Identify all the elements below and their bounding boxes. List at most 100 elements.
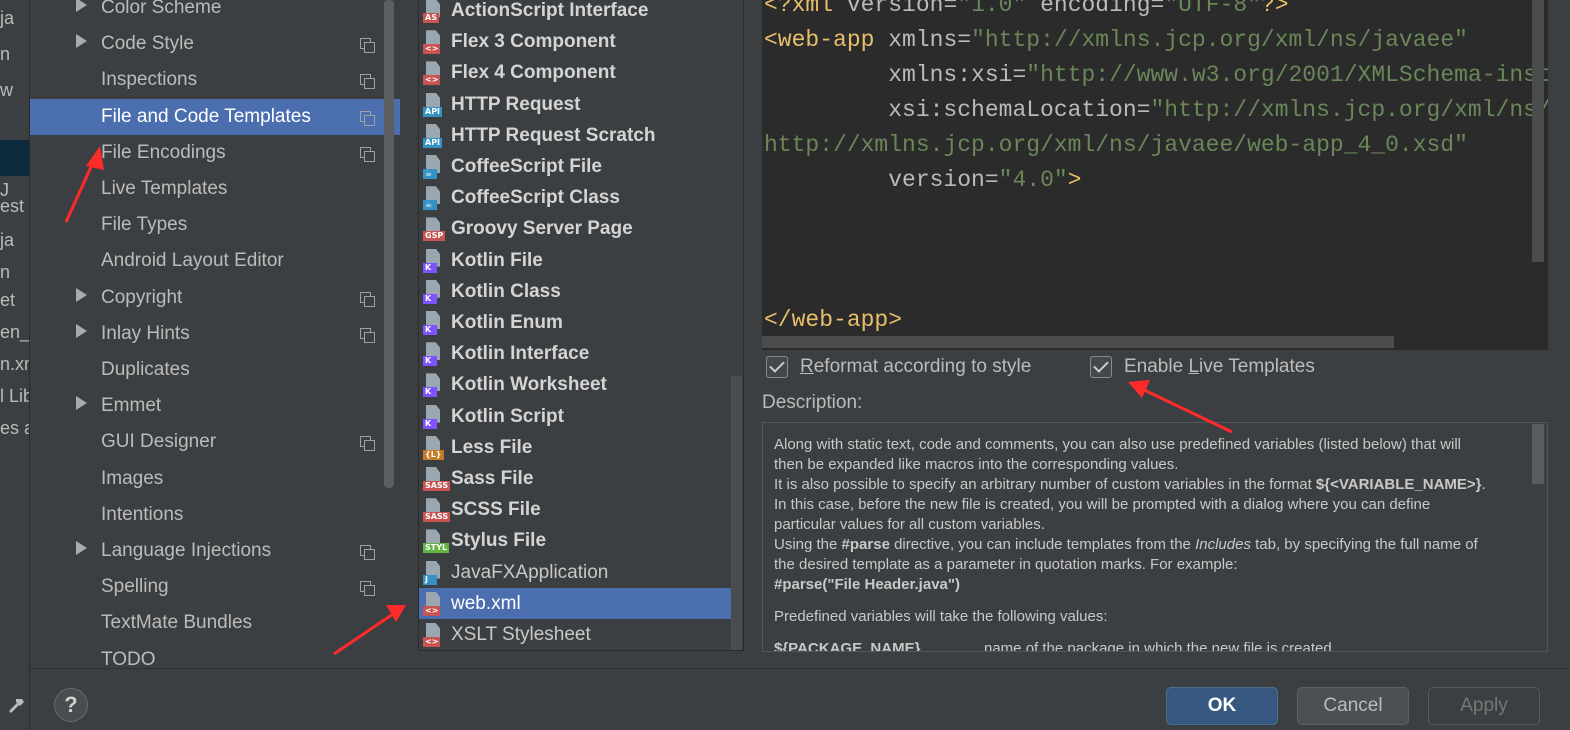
reformat-checkbox[interactable]: Reformat according to style [766, 354, 1066, 380]
reformat-checkbox-box[interactable] [766, 356, 788, 378]
settings-tree-scrollbar[interactable] [384, 0, 394, 488]
project-tree-row[interactable]: ja [0, 0, 29, 36]
template-list-item-label: HTTP Request Scratch [451, 124, 656, 146]
code-line: <web-app xmlns="http://xmlns.jcp.org/xml… [764, 27, 1468, 53]
template-list-item[interactable]: SASS SCSS File [419, 494, 731, 525]
expand-arrow-icon[interactable] [76, 34, 87, 49]
help-button[interactable]: ? [54, 688, 88, 722]
settings-tree[interactable]: Color Scheme Code Style Inspections File an… [30, 0, 400, 668]
template-list-item[interactable]: STYL Stylus File [419, 525, 731, 556]
template-list-item[interactable]: API HTTP Request [419, 89, 731, 120]
settings-tree-item[interactable]: File and Code Templates [30, 98, 400, 135]
project-tree-row[interactable]: w [0, 72, 29, 108]
settings-tree-item[interactable]: Spelling [30, 569, 400, 605]
kotlin-file-icon: K [423, 279, 445, 304]
project-tree-row[interactable]: ja [0, 222, 29, 258]
template-list-item[interactable]: SASS Sass File [419, 463, 731, 494]
project-tree-row[interactable] [0, 108, 29, 144]
project-tree-row[interactable]: et [0, 282, 29, 318]
sass-file-icon: SASS [423, 467, 451, 491]
template-list[interactable]: AS ActionScript Interface <> Flex 3 Compone… [418, 0, 744, 651]
cancel-button[interactable]: Cancel [1297, 687, 1409, 725]
template-list-item-label: JavaFXApplication [451, 561, 609, 583]
settings-tree-item[interactable]: Images [30, 461, 400, 497]
editor-vertical-scrollbar[interactable] [1532, 0, 1544, 262]
project-tree-row-label: w [0, 80, 13, 100]
template-list-scrollbar[interactable] [731, 376, 742, 650]
settings-tree-item[interactable]: File Encodings [30, 135, 400, 171]
ok-button[interactable]: OK [1166, 687, 1278, 725]
template-list-item-label: Less File [451, 436, 533, 458]
project-tree-row[interactable]: en_ [0, 314, 29, 350]
template-list-item[interactable]: ☕ CoffeeScript Class [419, 182, 731, 213]
template-list-item[interactable]: API HTTP Request Scratch [419, 120, 731, 151]
settings-tree-item[interactable]: File Types [30, 207, 400, 243]
live-templates-checkbox[interactable]: Enable Live Templates [1090, 354, 1350, 380]
settings-tree-item-label: TODO [101, 648, 156, 668]
description-paragraph: It is also possible to specify an arbitr… [774, 475, 1487, 535]
kotlin-file-icon: K [423, 404, 445, 429]
settings-tree-item[interactable]: Color Scheme [30, 0, 400, 26]
settings-tree-item[interactable]: Live Templates [30, 171, 400, 207]
template-list-item-label: Kotlin Enum [451, 312, 563, 333]
hammer-icon[interactable] [8, 696, 26, 714]
reformat-checkbox-label[interactable]: Reformat according to style [800, 354, 1031, 380]
template-list-item[interactable]: K Kotlin Enum [419, 307, 731, 338]
template-list-item[interactable]: K Kotlin Script [419, 401, 731, 432]
settings-tree-item[interactable]: GUI Designer [30, 424, 400, 460]
template-list-item-label: web.xml [451, 592, 521, 614]
settings-tree-item[interactable]: TextMate Bundles [30, 605, 400, 641]
expand-arrow-icon[interactable] [76, 287, 87, 302]
description-paragraph: Along with static text, code and comment… [774, 436, 1462, 473]
settings-tree-item[interactable]: Code Style [30, 26, 400, 62]
expand-arrow-icon[interactable] [76, 323, 87, 338]
project-tree-row[interactable]: est [0, 188, 29, 224]
editor-horizontal-scrollbar[interactable] [762, 336, 1394, 348]
http-file-icon: API [423, 123, 445, 148]
template-list-item-label: Flex 3 Component [451, 31, 616, 53]
kotlin-file-icon: K [423, 342, 445, 367]
settings-tree-item[interactable]: Inspections [30, 62, 400, 98]
settings-tree-item[interactable]: Inlay Hints [30, 316, 400, 352]
template-list-item-label: Kotlin Script [451, 405, 564, 427]
template-list-item[interactable]: <> Flex 3 Component [419, 26, 731, 57]
settings-tree-item[interactable]: Android Layout Editor [30, 243, 400, 279]
template-list-item[interactable]: AS ActionScript Interface [419, 0, 731, 26]
template-list-item[interactable]: J JavaFXApplication [419, 557, 731, 588]
template-list-item[interactable]: K Kotlin Interface [419, 338, 731, 369]
template-editor[interactable]: <?xml version="1.0" encoding="UTF-8"?> <w… [762, 0, 1548, 350]
settings-tree-item[interactable]: Emmet [30, 388, 400, 424]
project-tree-row[interactable] [0, 140, 29, 176]
live-templates-checkbox-label[interactable]: Enable Live Templates [1124, 354, 1315, 380]
template-list-item[interactable]: K Kotlin Class [419, 276, 731, 307]
settings-tree-item[interactable]: TODO [30, 642, 400, 668]
template-list-item[interactable]: <> Flex 4 Component [419, 57, 731, 88]
settings-tree-item[interactable]: Intentions [30, 497, 400, 533]
settings-tree-item[interactable]: Language Injections [30, 533, 400, 569]
variable-name: ${PACKAGE_NAME} [774, 640, 921, 652]
expand-arrow-icon[interactable] [76, 541, 87, 555]
template-list-item[interactable]: {L} Less File [419, 432, 731, 463]
project-tree-row-label: l Lib [0, 386, 30, 406]
settings-tree-item-label: Spelling [101, 576, 169, 598]
template-list-item[interactable]: ☕ CoffeeScript File [419, 151, 731, 182]
project-tree-row[interactable]: n [0, 36, 29, 72]
template-list-item[interactable]: K Kotlin File [419, 245, 731, 276]
xml-file-icon: <> [423, 591, 445, 616]
live-templates-checkbox-box[interactable] [1090, 356, 1112, 378]
project-tree-row[interactable]: es a [0, 410, 29, 446]
settings-tree-item[interactable]: Copyright [30, 280, 400, 316]
template-list-item[interactable]: K Kotlin Worksheet [419, 369, 731, 400]
expand-arrow-icon[interactable] [76, 396, 87, 411]
apply-button[interactable]: Apply [1428, 687, 1540, 725]
expand-arrow-icon[interactable] [76, 0, 87, 12]
template-list-item[interactable]: GSP Groovy Server Page [419, 213, 731, 244]
template-list-item[interactable]: <> web.xml [419, 587, 731, 619]
settings-tree-item-label: Inlay Hints [101, 322, 190, 344]
description-scrollbar[interactable] [1532, 424, 1544, 484]
template-list-item[interactable]: <> XSLT Stylesheet [419, 619, 731, 650]
project-tree-row[interactable]: l Lib [0, 378, 30, 414]
settings-tree-item[interactable]: Duplicates [30, 352, 400, 388]
project-tree-row[interactable]: n.xm [0, 346, 29, 382]
description-text: It is also possible to specify an arbitr… [774, 476, 1316, 493]
